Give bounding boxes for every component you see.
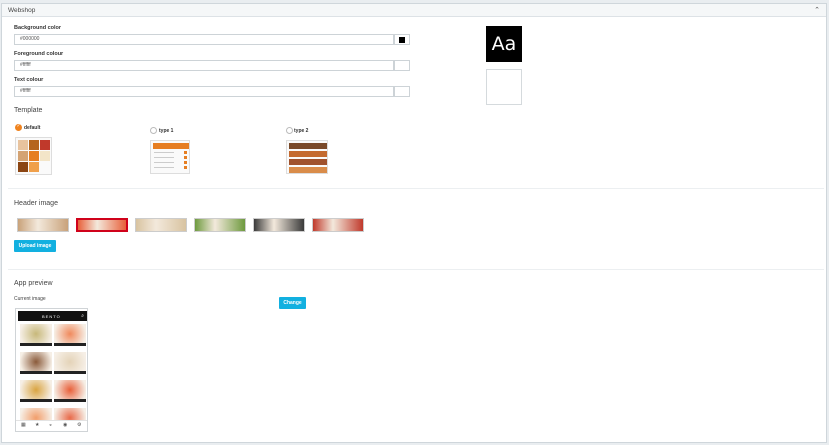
app-logo: BENTO <box>42 314 61 319</box>
template-type1-thumb[interactable] <box>150 140 190 174</box>
template-type2-radio[interactable] <box>286 127 293 134</box>
app-preview-phone: BENTO ⌕ ▦ ★ ◒ ◉ ⚙ <box>15 308 88 432</box>
color-preview-dark: Aa <box>486 26 522 62</box>
cart-icon: ◒ <box>49 422 53 428</box>
color-preview-light <box>486 69 522 105</box>
text-color-input[interactable]: #ffffff <box>14 86 394 97</box>
grid-icon: ▦ <box>21 422 26 428</box>
color-swatch-icon <box>399 37 405 43</box>
settings-icon: ⚙ <box>77 422 82 428</box>
template-section-title: Template <box>14 107 43 114</box>
background-color-label: Background color <box>14 25 62 31</box>
food-item-caption-bar <box>54 343 86 346</box>
caret-up-icon[interactable]: ⌃ <box>814 6 820 14</box>
template-type1-radio[interactable] <box>150 127 157 134</box>
text-color-label: Text colour <box>14 77 44 83</box>
header-image-thumb[interactable] <box>312 218 364 232</box>
food-item <box>20 380 52 402</box>
food-item <box>20 324 52 346</box>
upload-image-button[interactable]: Upload image <box>14 240 56 252</box>
template-default-label: default <box>24 125 41 131</box>
section-divider <box>8 188 824 189</box>
food-item-caption-bar <box>20 371 52 374</box>
foreground-color-label: Foreground colour <box>14 51 64 57</box>
food-item <box>20 352 52 374</box>
current-image-label: Current image <box>14 296 46 302</box>
food-item <box>54 380 86 402</box>
food-item <box>54 352 86 374</box>
background-color-input[interactable]: #000000 <box>14 34 394 45</box>
info-icon: ◉ <box>63 422 68 428</box>
template-type2-thumb[interactable] <box>286 140 328 174</box>
section-divider <box>8 269 824 270</box>
header-image-thumb[interactable] <box>253 218 305 232</box>
food-item <box>54 324 86 346</box>
header-image-thumb[interactable] <box>76 218 128 232</box>
background-color-swatch[interactable] <box>394 34 410 45</box>
foreground-color-input[interactable]: #ffffff <box>14 60 394 71</box>
header-image-thumb[interactable] <box>17 218 69 232</box>
food-item-caption-bar <box>54 371 86 374</box>
template-default-thumb[interactable] <box>15 137 52 175</box>
header-image-section-title: Header image <box>14 200 58 207</box>
search-icon: ⌕ <box>81 313 84 319</box>
foreground-color-swatch[interactable] <box>394 60 410 71</box>
text-color-swatch[interactable] <box>394 86 410 97</box>
header-image-thumb[interactable] <box>194 218 246 232</box>
change-button[interactable]: Change <box>279 297 306 309</box>
app-tab-bar: ▦ ★ ◒ ◉ ⚙ <box>16 420 87 431</box>
food-item-caption-bar <box>54 399 86 402</box>
panel-title: Webshop <box>8 7 36 14</box>
template-type1-label: type 1 <box>159 128 174 134</box>
panel-header[interactable]: Webshop ⌃ <box>2 4 826 17</box>
food-item-caption-bar <box>20 343 52 346</box>
template-type2-label: type 2 <box>294 128 309 134</box>
template-default-radio[interactable] <box>15 123 22 131</box>
food-item-caption-bar <box>20 399 52 402</box>
app-header-bar: BENTO ⌕ <box>18 311 87 321</box>
header-image-thumb[interactable] <box>135 218 187 232</box>
app-preview-section-title: App preview <box>14 280 53 287</box>
star-icon: ★ <box>35 422 40 428</box>
webshop-panel: Webshop ⌃ Background color #000000 Foreg… <box>1 3 827 443</box>
